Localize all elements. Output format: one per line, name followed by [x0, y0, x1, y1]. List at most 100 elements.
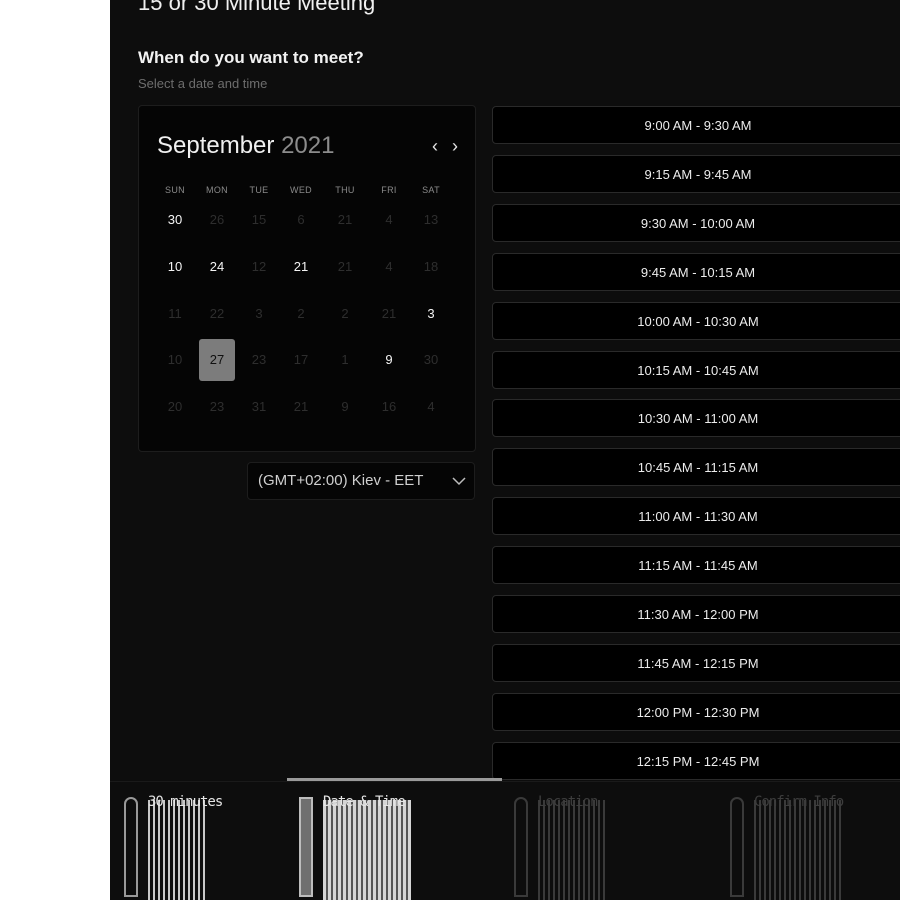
time-slot-label: 10:00 AM - 10:30 AM — [637, 313, 759, 329]
calendar-day[interactable]: 21 — [283, 246, 319, 288]
weekday-label: SUN — [165, 185, 185, 195]
time-slot-label: 11:30 AM - 12:00 PM — [637, 607, 759, 622]
calendar-day-selected[interactable]: 27 — [199, 339, 235, 381]
weekday-label: TUE — [249, 185, 269, 195]
next-month-button[interactable]: › — [447, 136, 463, 156]
time-slot-label: 11:45 AM - 12:15 PM — [637, 655, 759, 671]
step-label: Location — [538, 794, 598, 810]
step-tab[interactable]: Date & Time — [299, 782, 469, 900]
chevron-right-icon: › — [452, 136, 458, 156]
calendar-month-year: September 2021 — [157, 132, 334, 160]
time-slot-button[interactable]: 12:15 PM - 12:45 PM — [492, 741, 900, 780]
calendar-icon — [299, 797, 313, 897]
calendar-month: September — [157, 132, 275, 159]
section-heading: When do you want to meet? — [138, 48, 364, 67]
calendar-day: 21 — [381, 306, 397, 321]
calendar-day: 15 — [251, 212, 267, 227]
step-tab[interactable]: Confirm Info — [730, 782, 900, 900]
calendar-day[interactable]: 3 — [413, 293, 449, 335]
step-label: 30 minutes — [148, 794, 223, 810]
time-slot-label: 9:30 AM - 10:00 AM — [640, 215, 756, 231]
time-slot-label: 10:15 AM - 10:45 AM — [637, 362, 759, 378]
time-slot-button[interactable]: 10:00 AM - 10:30 AM — [492, 301, 900, 340]
calendar-day: 1 — [341, 352, 349, 367]
time-slot-button[interactable]: 9:30 AM - 10:00 AM — [492, 203, 900, 242]
time-slot-button[interactable]: 9:45 AM - 10:15 AM — [492, 252, 900, 291]
time-slot-label: 9:45 AM - 10:15 AM — [640, 264, 756, 280]
step-label-texture — [538, 800, 606, 900]
calendar-day: 21 — [337, 259, 353, 274]
time-slot-button[interactable]: 10:15 AM - 10:45 AM — [492, 350, 900, 389]
step-label: Date & Time — [323, 794, 406, 810]
calendar-day: 30 — [423, 352, 439, 367]
step-label-texture — [148, 800, 206, 900]
weekday-label: SAT — [422, 185, 440, 195]
weekday-label: WED — [290, 185, 312, 195]
document-icon — [730, 797, 744, 897]
calendar-day[interactable]: 9 — [371, 339, 407, 381]
calendar-day: 9 — [341, 399, 349, 414]
calendar-day: 13 — [423, 212, 439, 227]
time-slot-button[interactable]: 9:15 AM - 9:45 AM — [492, 154, 900, 193]
time-slot-label: 9:00 AM - 9:30 AM — [644, 118, 752, 133]
time-slot-label: 10:30 AM - 11:00 AM — [637, 411, 759, 427]
calendar-day[interactable]: 30 — [157, 199, 193, 241]
calendar-day: 4 — [385, 259, 393, 274]
calendar-day: 3 — [255, 306, 263, 321]
calendar-day: 6 — [297, 212, 305, 227]
timezone-label: (GMT+02:00) Kiev - EET — [258, 472, 424, 489]
timezone-select[interactable]: (GMT+02:00) Kiev - EET — [247, 462, 475, 500]
calendar-day: 10 — [167, 352, 183, 367]
calendar-day: 2 — [341, 306, 349, 321]
step-tab[interactable]: 30 minutes — [124, 782, 294, 900]
section-subtitle: Select a date and time — [138, 76, 268, 91]
time-slot-button[interactable]: 12:00 PM - 12:30 PM — [492, 692, 900, 731]
location-pin-icon — [514, 797, 528, 897]
calendar-day: 2 — [297, 306, 305, 321]
previous-month-button[interactable]: ‹ — [427, 136, 443, 156]
scheduler-panel: 15 or 30 Minute Meeting When do you want… — [110, 0, 900, 900]
calendar-year: 2021 — [281, 132, 335, 159]
time-slot-button[interactable]: 10:45 AM - 11:15 AM — [492, 448, 900, 487]
time-slot-button[interactable]: 9:00 AM - 9:30 AM — [492, 106, 900, 144]
booking-steps: 30 minutes Date & Time Location Confirm Inf… — [110, 778, 900, 900]
calendar-day: 18 — [423, 259, 439, 274]
time-slot-label: 11:00 AM - 11:30 AM — [638, 509, 758, 525]
calendar-day: 4 — [385, 212, 393, 227]
calendar-day: 4 — [427, 399, 435, 414]
time-slot-button[interactable]: 10:30 AM - 11:00 AM — [492, 399, 900, 438]
step-label-texture — [754, 800, 842, 900]
calendar-day: 17 — [293, 352, 309, 367]
time-slot-label: 11:15 AM - 11:45 AM — [638, 558, 758, 574]
calendar-day: 20 — [167, 399, 183, 414]
clock-icon — [124, 797, 138, 897]
weekday-label: FRI — [381, 185, 397, 195]
time-slot-button[interactable]: 11:00 AM - 11:30 AM — [492, 497, 900, 536]
calendar-day: 22 — [209, 306, 225, 321]
time-slot-label: 9:15 AM - 9:45 AM — [644, 166, 752, 182]
step-label-texture — [323, 800, 411, 900]
calendar-day: 21 — [293, 399, 309, 414]
calendar-day: 23 — [251, 352, 267, 367]
calendar-day[interactable]: 24 — [199, 246, 235, 288]
weekday-label: MON — [206, 185, 228, 195]
calendar-day: 16 — [381, 399, 397, 414]
step-label: Confirm Info — [754, 794, 844, 810]
time-slot-button[interactable]: 11:45 AM - 12:15 PM — [492, 643, 900, 682]
time-slot-label: 10:45 AM - 11:15 AM — [637, 460, 759, 476]
chevron-down-icon — [452, 477, 466, 486]
step-tab[interactable]: Location — [514, 782, 684, 900]
time-slot-button[interactable]: 11:30 AM - 12:00 PM — [492, 595, 900, 633]
calendar-day: 12 — [251, 259, 267, 274]
calendar-day: 23 — [209, 399, 225, 414]
time-slot-button[interactable]: 11:15 AM - 11:45 AM — [492, 546, 900, 585]
calendar-day: 31 — [251, 399, 267, 414]
calendar-day: 26 — [209, 212, 225, 227]
weekday-label: THU — [335, 185, 355, 195]
calendar-day[interactable]: 10 — [157, 246, 193, 288]
meeting-title: 15 or 30 Minute Meeting — [138, 0, 376, 15]
chevron-left-icon: ‹ — [432, 136, 438, 156]
date-picker: September 2021 ‹ › SUN MON TUE WED THU FRI SAT… — [138, 105, 476, 452]
calendar-day: 11 — [168, 306, 182, 321]
calendar-day: 21 — [337, 212, 353, 227]
